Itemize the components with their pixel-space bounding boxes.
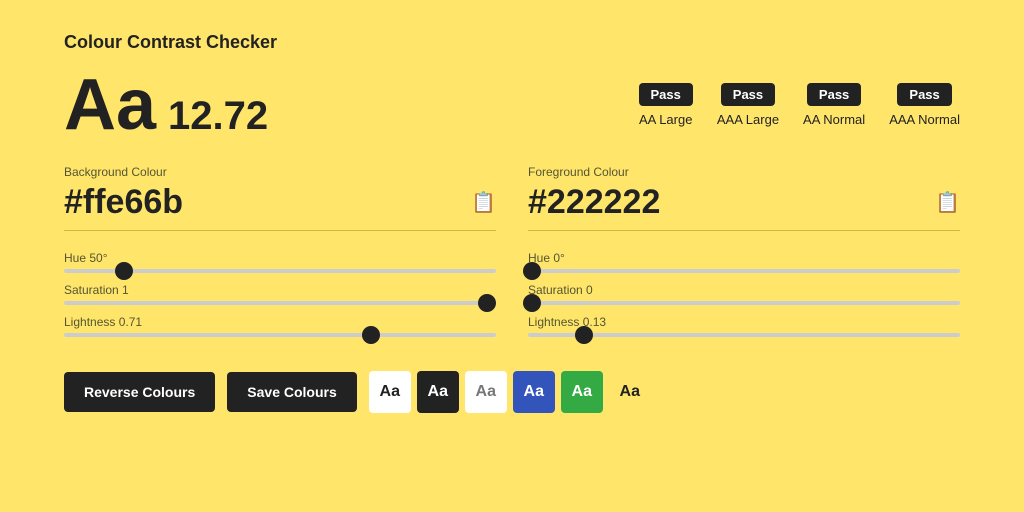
badge-aa-normal-status: Pass <box>807 83 861 106</box>
bg-saturation-track[interactable] <box>64 301 496 305</box>
badge-aaa-large: Pass AAA Large <box>717 83 779 127</box>
fg-lightness-label: Lightness 0.13 <box>528 315 960 329</box>
fg-saturation-row: Saturation 0 <box>528 283 960 305</box>
badge-aa-normal: Pass AA Normal <box>803 83 865 127</box>
fg-hue-track[interactable] <box>528 269 960 273</box>
swatch-white-dark[interactable]: Aa <box>369 371 411 413</box>
badge-aaa-large-status: Pass <box>721 83 775 106</box>
bg-lightness-track[interactable] <box>64 333 496 337</box>
fg-hue-thumb[interactable] <box>523 262 541 280</box>
colour-inputs: Background Colour #ffe66b 📋 Foreground C… <box>64 165 960 231</box>
badge-aaa-large-label: AAA Large <box>717 112 779 127</box>
badge-aa-large: Pass AA Large <box>639 83 693 127</box>
foreground-colour-section: Foreground Colour #222222 📋 <box>528 165 960 231</box>
background-colour-label: Background Colour <box>64 165 496 179</box>
foreground-colour-value-row: #222222 📋 <box>528 183 960 222</box>
fg-lightness-row: Lightness 0.13 <box>528 315 960 337</box>
bg-lightness-thumb[interactable] <box>362 326 380 344</box>
bg-hue-row: Hue 50° <box>64 251 496 273</box>
bg-lightness-label: Lightness 0.71 <box>64 315 496 329</box>
background-copy-icon[interactable]: 📋 <box>471 190 496 215</box>
swatch-yellow-dark[interactable]: Aa <box>609 371 651 413</box>
bg-hue-thumb[interactable] <box>115 262 133 280</box>
fg-lightness-track[interactable] <box>528 333 960 337</box>
foreground-sliders: Hue 0° Saturation 0 Lightness 0.13 <box>528 251 960 347</box>
swatch-blue-white[interactable]: Aa <box>513 371 555 413</box>
bg-hue-track[interactable] <box>64 269 496 273</box>
page-title: Colour Contrast Checker <box>64 32 960 53</box>
badge-aaa-normal-label: AAA Normal <box>889 112 960 127</box>
bg-saturation-thumb[interactable] <box>478 294 496 312</box>
badge-aa-normal-label: AA Normal <box>803 112 865 127</box>
badge-aaa-normal: Pass AAA Normal <box>889 83 960 127</box>
background-colour-section: Background Colour #ffe66b 📋 <box>64 165 496 231</box>
fg-saturation-label: Saturation 0 <box>528 283 960 297</box>
background-sliders: Hue 50° Saturation 1 Lightness 0.71 <box>64 251 496 347</box>
swatch-buttons: Aa Aa Aa Aa Aa Aa <box>369 371 651 413</box>
top-section: Aa 12.72 Pass AA Large Pass AAA Large Pa… <box>64 69 960 141</box>
background-hex[interactable]: #ffe66b <box>64 183 183 222</box>
badge-aa-large-label: AA Large <box>639 112 693 127</box>
ratio-aa-label: Aa <box>64 69 156 141</box>
bg-saturation-row: Saturation 1 <box>64 283 496 305</box>
foreground-hex[interactable]: #222222 <box>528 183 660 222</box>
save-colours-button[interactable]: Save Colours <box>227 372 356 412</box>
fg-hue-row: Hue 0° <box>528 251 960 273</box>
reverse-colours-button[interactable]: Reverse Colours <box>64 372 215 412</box>
sliders-section: Hue 50° Saturation 1 Lightness 0.71 <box>64 251 960 347</box>
swatch-white-gray[interactable]: Aa <box>465 371 507 413</box>
foreground-colour-label: Foreground Colour <box>528 165 960 179</box>
foreground-copy-icon[interactable]: 📋 <box>935 190 960 215</box>
swatch-dark-white[interactable]: Aa <box>417 371 459 413</box>
badge-aaa-normal-status: Pass <box>897 83 951 106</box>
fg-lightness-thumb[interactable] <box>575 326 593 344</box>
ratio-value: 12.72 <box>168 94 268 139</box>
fg-hue-label: Hue 0° <box>528 251 960 265</box>
bg-saturation-label: Saturation 1 <box>64 283 496 297</box>
swatch-green-white[interactable]: Aa <box>561 371 603 413</box>
bg-lightness-row: Lightness 0.71 <box>64 315 496 337</box>
badge-aa-large-status: Pass <box>639 83 693 106</box>
badges-row: Pass AA Large Pass AAA Large Pass AA Nor… <box>639 83 960 127</box>
ratio-display: Aa 12.72 <box>64 69 268 141</box>
bottom-row: Reverse Colours Save Colours Aa Aa Aa Aa… <box>64 371 960 413</box>
background-colour-value-row: #ffe66b 📋 <box>64 183 496 222</box>
fg-saturation-thumb[interactable] <box>523 294 541 312</box>
fg-saturation-track[interactable] <box>528 301 960 305</box>
